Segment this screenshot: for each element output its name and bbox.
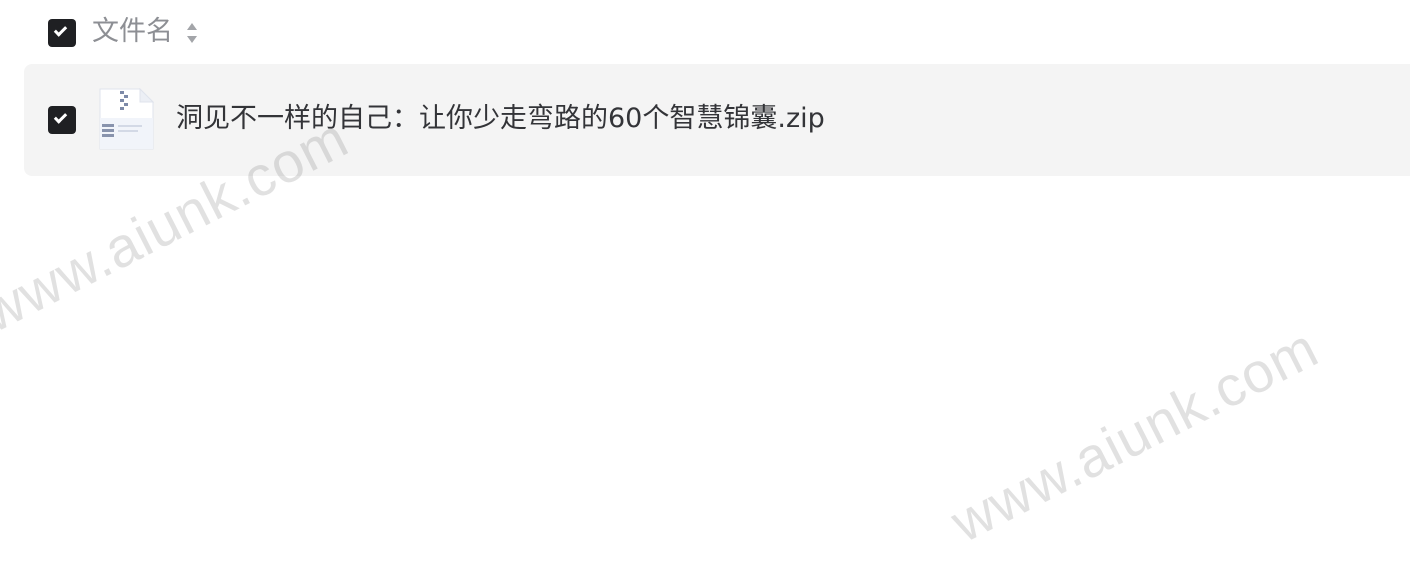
filename-column-header[interactable]: 文件名 bbox=[92, 14, 173, 50]
file-row[interactable]: 洞见不一样的自己：让你少走弯路的60个智慧锦囊.zip bbox=[24, 64, 1410, 176]
zip-file-icon bbox=[99, 88, 154, 150]
file-list-page: 文件名 洞见不一样的自己：让你少走弯路的60个智慧锦囊.zip www.aiun… bbox=[0, 0, 1410, 588]
file-row-checkbox[interactable] bbox=[48, 106, 76, 134]
select-all-checkbox[interactable] bbox=[48, 19, 76, 47]
file-name[interactable]: 洞见不一样的自己：让你少走弯路的60个智慧锦囊.zip bbox=[176, 100, 825, 138]
watermark-text: www.aiunk.com bbox=[940, 315, 1328, 555]
sort-icon[interactable] bbox=[185, 21, 199, 45]
checkmark-icon bbox=[53, 110, 68, 124]
checkmark-icon bbox=[53, 23, 68, 37]
